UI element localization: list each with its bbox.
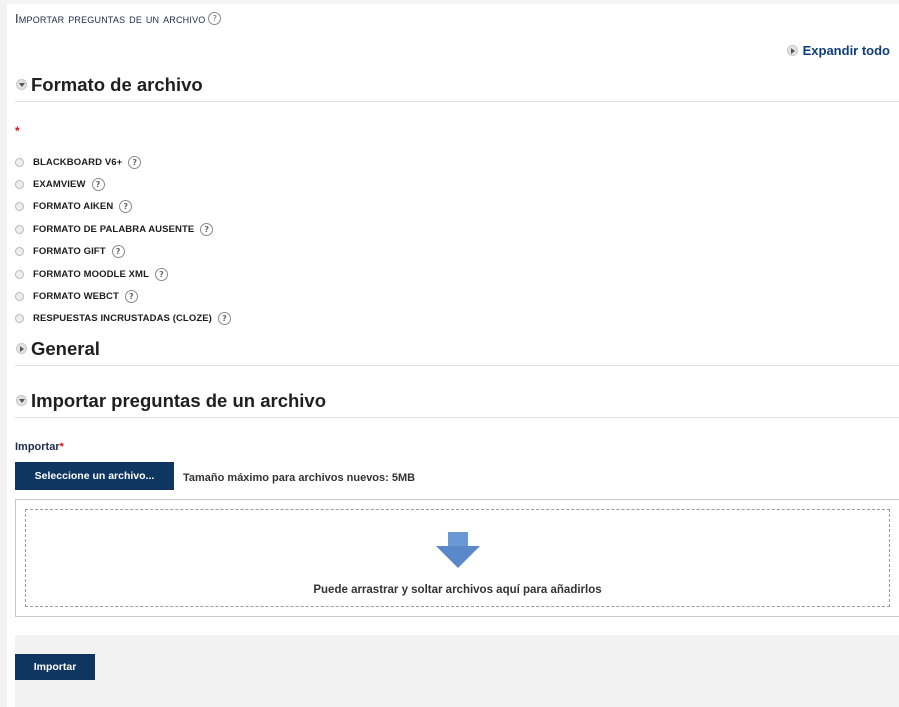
section-divider: [15, 365, 899, 366]
radio-button[interactable]: [15, 247, 24, 257]
expand-arrow-icon: [16, 342, 27, 354]
left-border: [0, 0, 7, 707]
help-icon[interactable]: ?: [124, 290, 138, 304]
section-title: General: [31, 338, 100, 359]
format-option-blackboard[interactable]: BLACKBOARD V6+ ?: [15, 151, 231, 173]
section-divider: [15, 101, 899, 102]
format-label: FORMATO DE PALABRA AUSENTE: [33, 223, 195, 235]
page-title: Importar preguntas de un archivo?: [15, 11, 222, 26]
radio-button[interactable]: [15, 292, 24, 302]
format-option-aiken[interactable]: FORMATO AIKEN ?: [15, 196, 231, 218]
format-label: FORMATO MOODLE XML: [33, 268, 149, 280]
help-icon[interactable]: ?: [208, 12, 222, 26]
section-header-file-format[interactable]: Formato de archivo: [16, 74, 203, 96]
format-option-webct[interactable]: FORMATO WEBCT ?: [15, 285, 231, 307]
section-header-general[interactable]: General: [16, 338, 100, 360]
radio-button[interactable]: [15, 157, 24, 167]
help-icon[interactable]: ?: [128, 155, 142, 169]
format-option-gift[interactable]: FORMATO GIFT ?: [15, 241, 231, 263]
format-option-cloze[interactable]: RESPUESTAS INCRUSTADAS (CLOZE) ?: [15, 308, 231, 330]
format-option-missing-word[interactable]: FORMATO DE PALABRA AUSENTE ?: [15, 218, 231, 240]
format-option-moodle-xml[interactable]: FORMATO MOODLE XML ?: [15, 263, 231, 285]
form-footer: [15, 635, 899, 707]
radio-button[interactable]: [15, 224, 24, 234]
required-marker: *: [59, 441, 64, 453]
dropzone-dashed-area[interactable]: Puede arrastrar y soltar archivos aquí p…: [25, 509, 890, 607]
drop-arrow-icon: [435, 532, 480, 568]
help-icon[interactable]: ?: [111, 245, 125, 259]
top-border: [7, 0, 899, 4]
section-header-import-file[interactable]: Importar preguntas de un archivo: [16, 390, 326, 412]
format-label: FORMATO GIFT: [33, 246, 106, 258]
expand-all-link[interactable]: Expandir todo: [786, 43, 890, 58]
format-option-examview[interactable]: EXAMVIEW ?: [15, 173, 231, 195]
format-radio-list: BLACKBOARD V6+ ? EXAMVIEW ? FORMATO AIKE…: [15, 151, 231, 330]
section-divider: [15, 417, 899, 418]
collapse-arrow-icon: [16, 78, 27, 90]
format-label: FORMATO WEBCT: [33, 291, 119, 303]
radio-button[interactable]: [15, 314, 24, 324]
expand-arrow-icon: [786, 45, 798, 57]
radio-button[interactable]: [15, 180, 24, 190]
format-label: EXAMVIEW: [33, 179, 86, 191]
import-submit-button[interactable]: Importar: [15, 654, 95, 680]
expand-all-label: Expandir todo: [802, 43, 890, 58]
choose-file-button[interactable]: Seleccione un archivo...: [15, 462, 174, 490]
file-dropzone[interactable]: Puede arrastrar y soltar archivos aquí p…: [15, 499, 899, 617]
format-label: BLACKBOARD V6+: [33, 156, 123, 168]
radio-button[interactable]: [15, 202, 24, 212]
dropzone-text: Puede arrastrar y soltar archivos aquí p…: [313, 584, 602, 596]
collapse-arrow-icon: [16, 394, 27, 406]
radio-button[interactable]: [15, 269, 24, 279]
import-field-label: Importar*: [15, 441, 64, 453]
section-title: Formato de archivo: [31, 74, 203, 95]
page-title-text: Importar preguntas de un archivo: [15, 11, 206, 26]
format-label: FORMATO AIKEN: [33, 201, 114, 213]
help-icon[interactable]: ?: [119, 200, 133, 214]
help-icon[interactable]: ?: [200, 222, 214, 236]
help-icon[interactable]: ?: [91, 178, 105, 192]
help-icon[interactable]: ?: [154, 267, 168, 281]
max-file-size-text: Tamaño máximo para archivos nuevos: 5MB: [183, 472, 416, 484]
help-icon[interactable]: ?: [217, 312, 231, 326]
section-title: Importar preguntas de un archivo: [31, 390, 327, 411]
import-label-text: Importar: [15, 441, 60, 453]
format-label: RESPUESTAS INCRUSTADAS (CLOZE): [33, 313, 212, 325]
required-marker: *: [15, 124, 20, 138]
